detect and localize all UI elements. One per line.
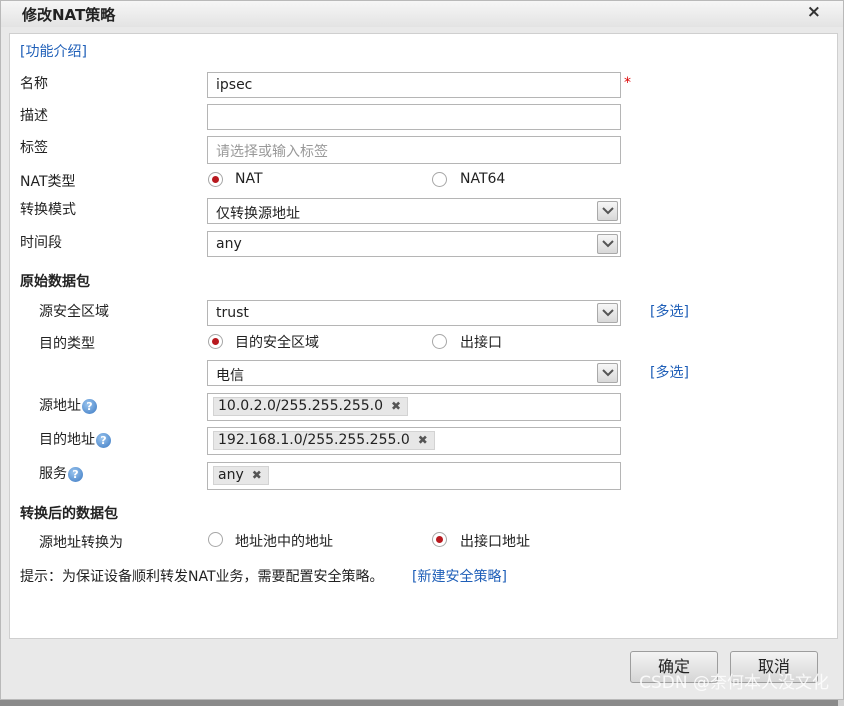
src-addr-label-text: 源地址 (39, 398, 81, 414)
close-icon[interactable]: × (807, 2, 821, 22)
service-tag-text: any (218, 467, 244, 483)
chevron-down-icon[interactable] (597, 201, 618, 221)
src-addr-tag-text: 10.0.2.0/255.255.255.0 (218, 398, 384, 414)
service-label-text: 服务 (39, 466, 67, 482)
chevron-down-icon[interactable] (597, 303, 618, 323)
tag-remove-icon[interactable]: ✖ (391, 398, 401, 415)
time-range-label: 时间段 (20, 235, 62, 251)
dest-addr-tag: 192.168.1.0/255.255.255.0 ✖ (213, 431, 435, 450)
dest-type-option-zone: 目的安全区域 (235, 335, 319, 351)
help-icon[interactable]: ? (96, 432, 111, 448)
src-translate-radio-interface[interactable] (432, 532, 447, 547)
dialog-title: 修改NAT策略 (22, 6, 116, 24)
src-zone-value: trust (216, 305, 249, 321)
dest-addr-label-text: 目的地址 (39, 432, 95, 448)
src-translate-option-interface: 出接口地址 (460, 534, 530, 550)
service-tag-input[interactable]: any ✖ (207, 462, 621, 490)
src-zone-select[interactable]: trust (207, 300, 621, 326)
dest-addr-tag-text: 192.168.1.0/255.255.255.0 (218, 432, 410, 448)
dest-type-radio-zone[interactable] (208, 334, 223, 349)
help-icon[interactable]: ? (68, 466, 83, 482)
description-label: 描述 (20, 108, 48, 124)
dest-type-label: 目的类型 (39, 336, 95, 352)
convert-mode-value: 仅转换源地址 (216, 206, 300, 222)
tags-input[interactable]: 请选择或输入标签 (207, 136, 621, 164)
name-input[interactable]: ipsec (207, 72, 621, 98)
nat-type-radio-nat64[interactable] (432, 172, 447, 187)
new-security-policy-link[interactable]: [新建安全策略] (412, 566, 507, 586)
original-packet-title: 原始数据包 (20, 274, 90, 290)
tag-remove-icon[interactable]: ✖ (252, 467, 262, 484)
nat-type-radio-nat[interactable] (208, 172, 223, 187)
src-translate-option-pool: 地址池中的地址 (235, 534, 333, 550)
time-range-value: any (216, 236, 242, 252)
convert-mode-select[interactable]: 仅转换源地址 (207, 198, 621, 224)
nat-type-label: NAT类型 (20, 174, 76, 190)
description-input[interactable] (207, 104, 621, 130)
dest-type-radio-interface[interactable] (432, 334, 447, 349)
nat-policy-dialog: 修改NAT策略 × [功能介绍] 名称 ipsec * 描述 标签 请选择或输入… (0, 0, 844, 700)
dest-addr-tag-input[interactable]: 192.168.1.0/255.255.255.0 ✖ (207, 427, 621, 455)
src-zone-multi-link[interactable]: [多选] (650, 301, 689, 321)
feature-intro-link[interactable]: [功能介绍] (20, 41, 87, 61)
src-translate-radio-pool[interactable] (208, 532, 223, 547)
tags-placeholder: 请选择或输入标签 (216, 144, 328, 160)
dest-zone-select[interactable]: 电信 (207, 360, 621, 386)
dest-zone-value: 电信 (216, 368, 244, 384)
translated-packet-title: 转换后的数据包 (20, 506, 118, 522)
src-translate-label: 源地址转换为 (39, 535, 123, 551)
hint-text: 提示：为保证设备顺利转发NAT业务，需要配置安全策略。 (20, 569, 384, 585)
name-label: 名称 (20, 76, 48, 92)
dest-zone-multi-link[interactable]: [多选] (650, 362, 689, 382)
dialog-content: [功能介绍] 名称 ipsec * 描述 标签 请选择或输入标签 NAT类型 N… (9, 33, 838, 639)
dest-type-option-interface: 出接口 (460, 335, 502, 351)
tags-label: 标签 (20, 140, 48, 156)
src-addr-tag: 10.0.2.0/255.255.255.0 ✖ (213, 397, 409, 416)
time-range-select[interactable]: any (207, 231, 621, 257)
chevron-down-icon[interactable] (597, 234, 618, 254)
nat-type-option-nat64: NAT64 (460, 171, 506, 187)
dialog-titlebar[interactable]: 修改NAT策略 × (1, 1, 843, 27)
dest-addr-label: 目的地址? (39, 429, 111, 449)
service-label: 服务? (39, 463, 83, 483)
src-zone-label: 源安全区域 (39, 304, 109, 320)
convert-mode-label: 转换模式 (20, 202, 76, 218)
service-tag: any ✖ (213, 466, 269, 485)
src-addr-label: 源地址? (39, 395, 97, 415)
nat-type-option-nat: NAT (235, 171, 263, 187)
watermark-text: CSDN @奈何本人没文化 (639, 673, 829, 693)
chevron-down-icon[interactable] (597, 363, 618, 383)
tag-remove-icon[interactable]: ✖ (418, 432, 428, 449)
help-icon[interactable]: ? (82, 398, 97, 414)
src-addr-tag-input[interactable]: 10.0.2.0/255.255.255.0 ✖ (207, 393, 621, 421)
required-mark: * (624, 75, 631, 91)
name-value: ipsec (216, 77, 253, 93)
